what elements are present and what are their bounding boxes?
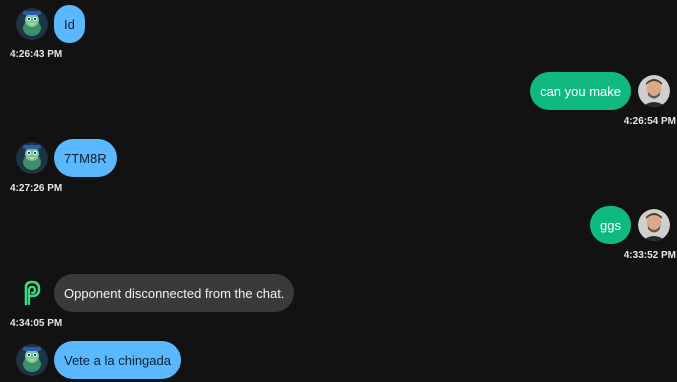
message-bubble: can you make bbox=[530, 72, 631, 110]
message-bubble: ggs bbox=[590, 206, 631, 244]
message-text: Opponent disconnected from the chat. bbox=[64, 285, 285, 301]
message-text: can you make bbox=[540, 83, 621, 99]
message-text: ggs bbox=[600, 217, 621, 233]
message-timestamp: 4:26:43 PM bbox=[10, 49, 63, 60]
message-text: Vete a la chingada bbox=[64, 352, 171, 368]
user-photo-avatar bbox=[638, 209, 670, 241]
message-timestamp: 4:33:52 PM bbox=[623, 250, 676, 261]
message-timestamp: 4:34:05 PM bbox=[10, 318, 63, 329]
duck-mascot-avatar bbox=[16, 142, 48, 174]
message-text: Id bbox=[64, 16, 75, 32]
duck-mascot-avatar bbox=[16, 344, 48, 376]
message-bubble: Id bbox=[54, 5, 85, 43]
message-timestamp: 4:27:26 PM bbox=[10, 183, 63, 194]
message-timestamp: 4:26:54 PM bbox=[623, 116, 676, 127]
message-bubble: Opponent disconnected from the chat. bbox=[54, 274, 295, 312]
user-photo-avatar bbox=[638, 75, 670, 107]
chat-log: Id 4:26:43 PM can you make 4:26:54 PM 7T… bbox=[0, 0, 677, 382]
message-bubble: Vete a la chingada bbox=[54, 341, 181, 379]
message-bubble: 7TM8R bbox=[54, 139, 117, 177]
message-text: 7TM8R bbox=[64, 150, 107, 166]
duck-mascot-avatar bbox=[16, 8, 48, 40]
system-logo-icon bbox=[16, 277, 48, 309]
